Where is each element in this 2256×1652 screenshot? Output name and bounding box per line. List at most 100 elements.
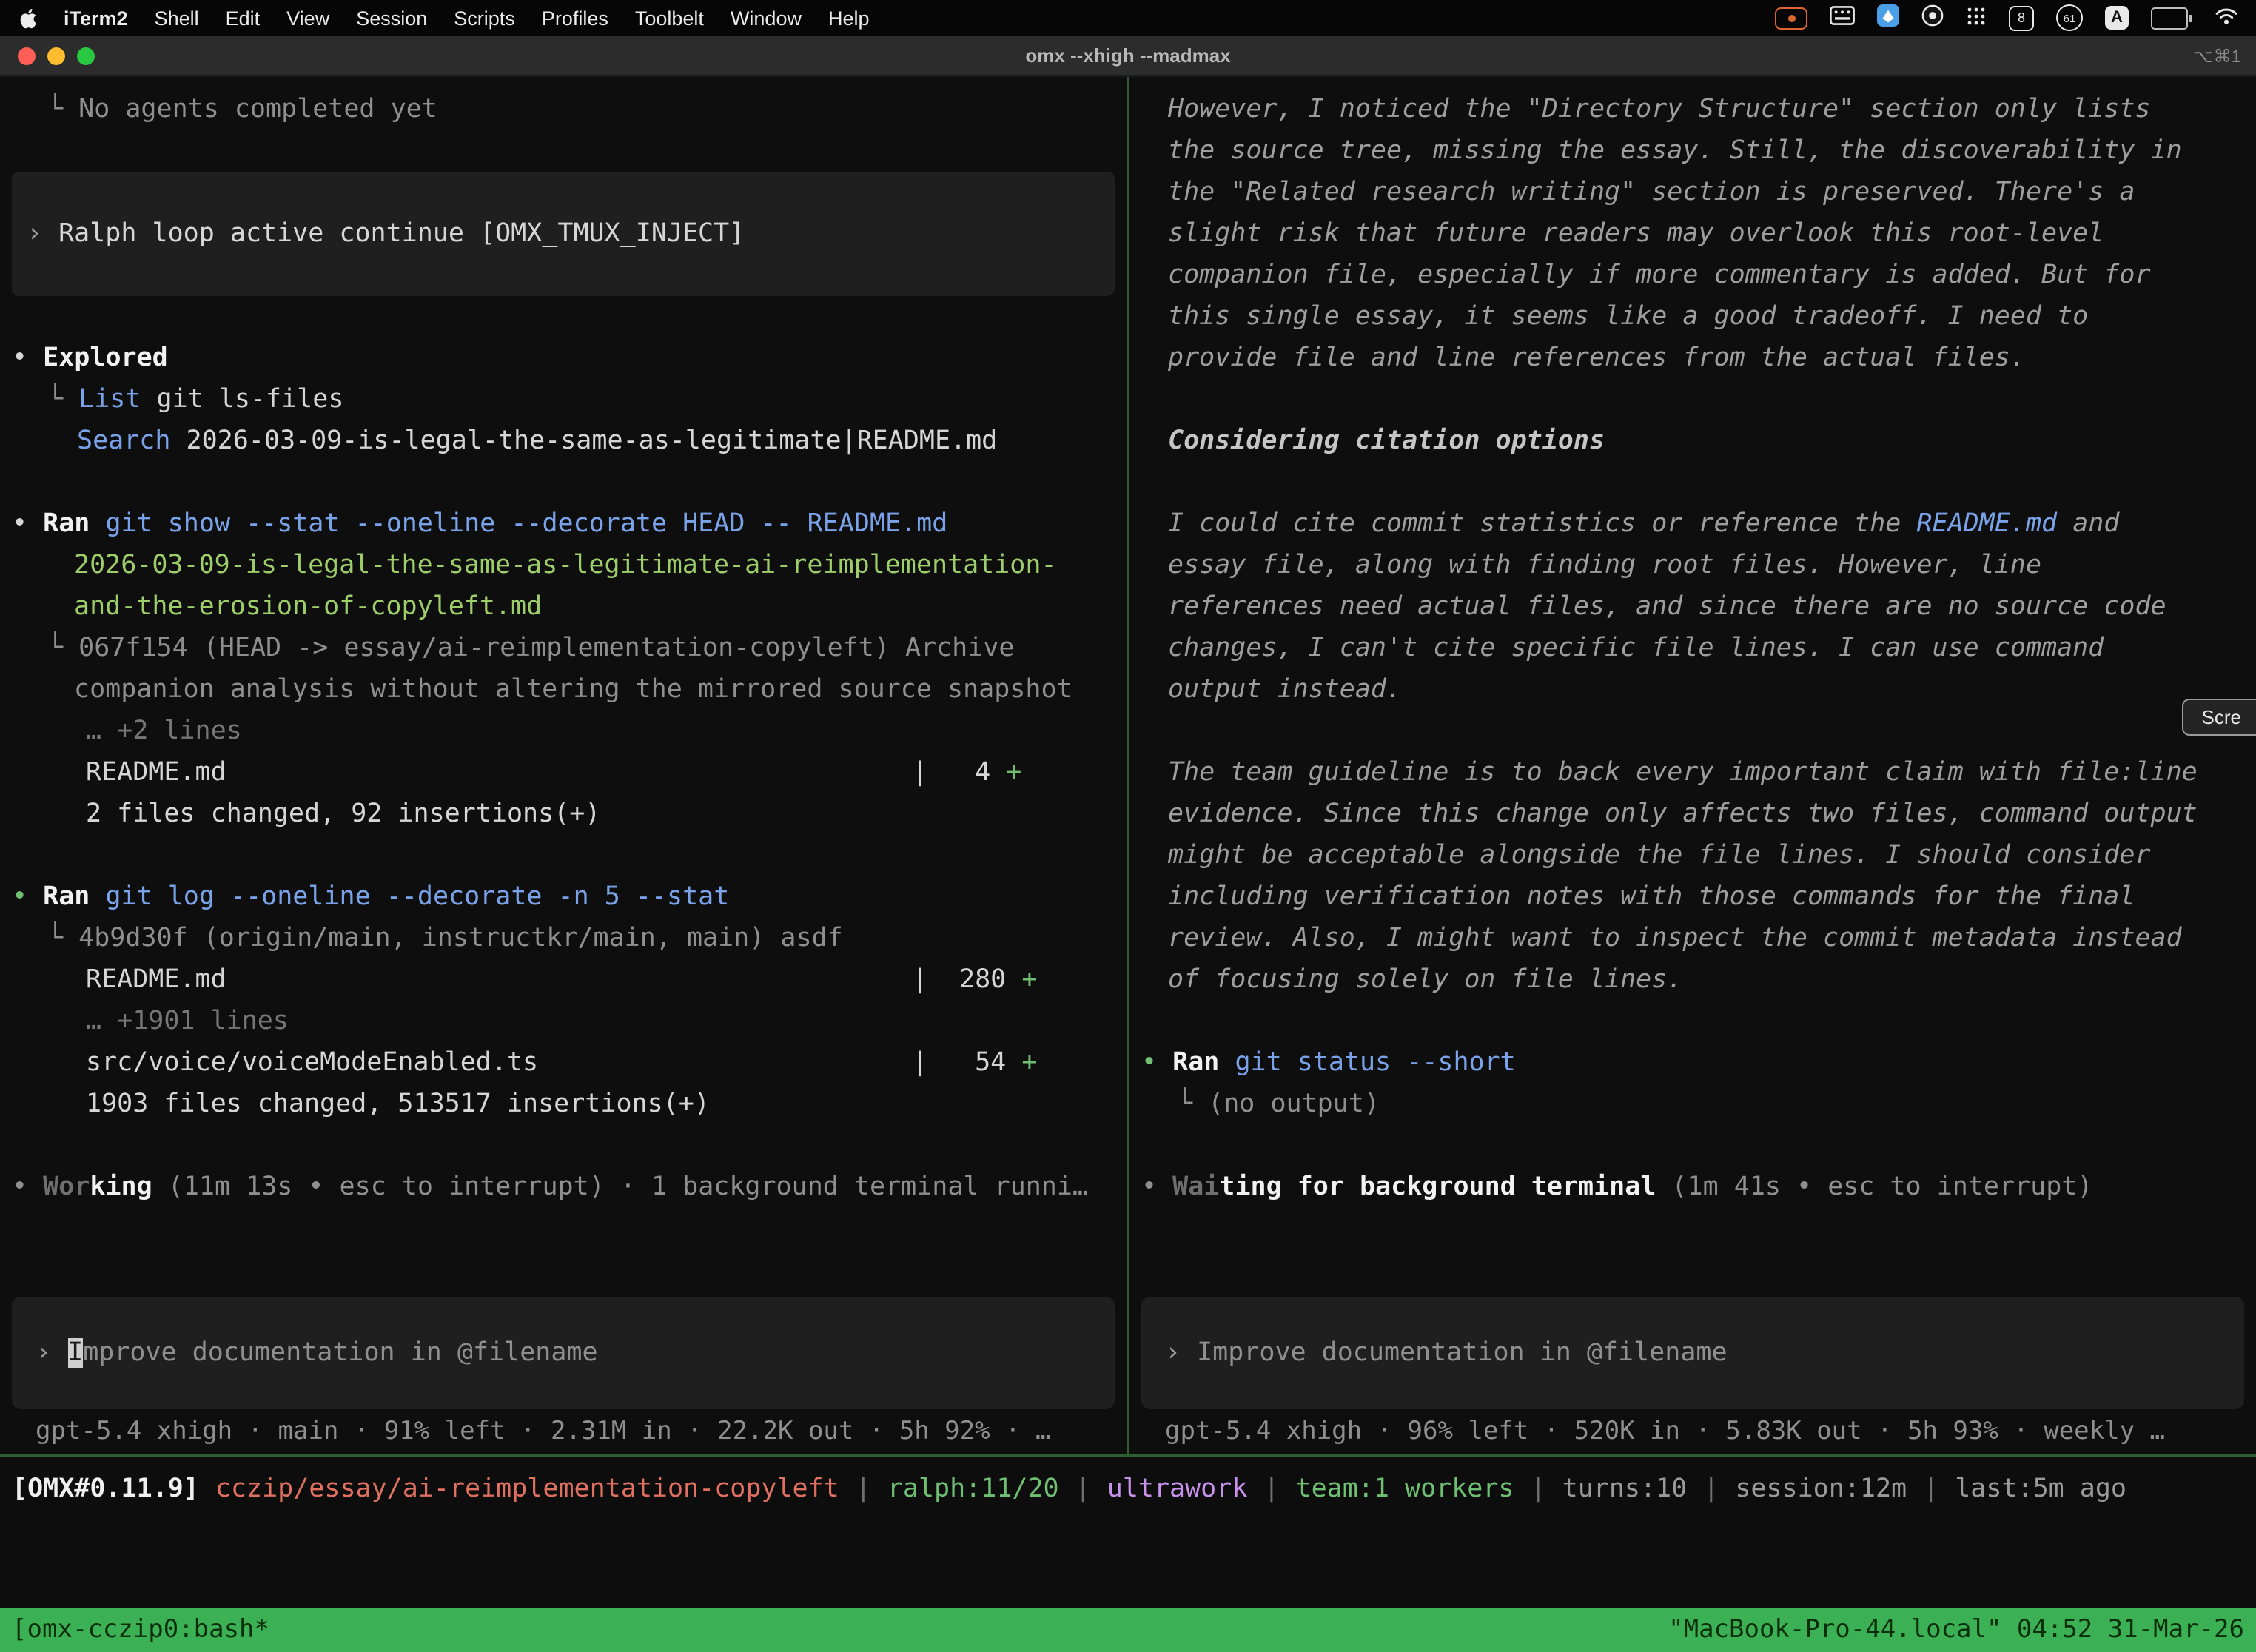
blank-line [12,296,1127,338]
left-model-status-line: gpt-5.4 xhigh · main · 91% left · 2.31M … [12,1409,1127,1454]
terminal-panes: └ No agents completed yet › Ralph loop ac… [0,77,2256,1454]
thinking-line: of focusing solely on file lines. [1141,959,2256,1001]
waiting-status-line: • Waiting for background terminal (1m 41… [1141,1166,2256,1208]
blue-app-icon[interactable] [1877,4,1899,31]
input-text: Improve documentation in @filename [1197,1338,1727,1368]
commit-line: └ 4b9d30f (origin/main, instructkr/main,… [12,918,1127,959]
ralph-loop-banner: › Ralph loop active continue [OMX_TMUX_IN… [12,172,1115,296]
thinking-line: essay file, along with finding root file… [1141,545,2256,586]
zoom-window-button[interactable] [77,47,95,64]
working-status-line: • Working (11m 13s • esc to interrupt) ·… [12,1166,1127,1208]
thinking-heading: Considering citation options [1141,420,2256,462]
tmux-session-label: [omx-cczip0:bash* [12,1615,269,1645]
team-workers-label: team:1 workers [1296,1474,1514,1504]
window-title: omx --xhigh --madmax [1025,44,1230,67]
close-window-button[interactable] [18,47,36,64]
thinking-line: this single essay, it seems like a good … [1141,296,2256,338]
more-lines-indicator: … +1901 lines [12,1001,1127,1042]
menu-item-shell[interactable]: Shell [155,7,199,29]
list-command-line: └ List git ls-files [12,379,1127,420]
thinking-line: However, I noticed the "Directory Struct… [1141,89,2256,130]
menu-item-help[interactable]: Help [828,7,870,29]
diffstat-line: src/voice/voiceModeEnabled.ts | 54 + [12,1042,1127,1084]
thinking-line: changes, I can't cite specific file line… [1141,628,2256,669]
blank-line [12,1125,1127,1166]
mode-label: ultrawork [1107,1474,1248,1504]
menu-item-edit[interactable]: Edit [226,7,261,29]
menu-item-window[interactable]: Window [731,7,802,29]
window-shortcut-label: ⌥⌘1 [2193,45,2241,66]
commit-line: └ 067f154 (HEAD -> essay/ai-reimplementa… [12,628,1127,669]
commit-message-line: companion analysis without altering the … [12,669,1127,711]
tmux-status-bar: [omx-cczip0:bash* "MacBook-Pro-44.local"… [0,1608,2256,1652]
gauge-icon[interactable]: 61 [2056,4,2083,31]
dark-circle-icon[interactable] [1921,4,1944,31]
ralph-loop-text: Ralph loop active continue [OMX_TMUX_INJ… [58,219,745,249]
ran-git-show-line: • Ran git show --stat --oneline --decora… [12,503,1127,545]
window-title-bar: omx --xhigh --madmax ⌥⌘1 [0,36,2256,77]
blank-line [1141,379,2256,420]
turns-label: turns:10 [1562,1474,1688,1504]
dots-grid-icon[interactable] [1966,5,1987,30]
right-model-status-line: gpt-5.4 xhigh · 96% left · 520K in · 5.8… [1141,1409,2256,1454]
menu-item-toolbelt[interactable]: Toolbelt [635,7,704,29]
menu-item-profiles[interactable]: Profiles [542,7,608,29]
ran-git-log-line: • Ran git log --oneline --decorate -n 5 … [12,876,1127,918]
omx-branch-path: cczip/essay/ai-reimplementation-copyleft [215,1474,839,1504]
thinking-line: references need actual files, and since … [1141,586,2256,628]
left-prompt-input[interactable]: ›Improve documentation in @filename [12,1297,1115,1409]
menu-item-session[interactable]: Session [356,7,427,29]
menu-item-app[interactable]: iTerm2 [64,7,128,29]
thinking-line: output instead. [1141,669,2256,711]
diffstat-summary-line: 1903 files changed, 513517 insertions(+) [12,1084,1127,1125]
screen-capture-chip[interactable]: Scre [2183,699,2256,736]
input-source-icon[interactable]: A [2105,6,2129,30]
right-prompt-input[interactable]: › Improve documentation in @filename [1141,1297,2244,1409]
blank-line [1141,462,2256,503]
keyboard-icon[interactable] [1830,6,1855,30]
minimize-window-button[interactable] [47,47,65,64]
ralph-counter: ralph:11/20 [887,1474,1059,1504]
blank-line [1141,1001,2256,1042]
blank-line [12,835,1127,876]
thinking-line: provide file and line references from th… [1141,338,2256,379]
blank-line [12,130,1127,172]
thinking-line: the "Related research writing" section i… [1141,172,2256,213]
agents-status-line: └ No agents completed yet [12,89,1127,130]
essay-filename-line: and-the-erosion-of-copyleft.md [12,586,1127,628]
menu-bar: iTerm2 Shell Edit View Session Scripts P… [0,0,2256,36]
left-terminal-pane: └ No agents completed yet › Ralph loop ac… [0,77,1127,1454]
thinking-line: I could cite commit statistics or refere… [1141,503,2256,545]
search-command-line: Search 2026-03-09-is-legal-the-same-as-l… [12,420,1127,462]
explored-header-line: • Explored [12,338,1127,379]
thinking-line: companion file, especially if more comme… [1141,255,2256,296]
diffstat-line: README.md | 280 + [12,959,1127,1001]
more-lines-indicator: … +2 lines [12,711,1127,752]
menu-item-view[interactable]: View [286,7,329,29]
battery-icon[interactable] [2151,7,2192,29]
desktop: iTerm2 Shell Edit View Session Scripts P… [0,0,2256,1652]
last-activity-label: last:5m ago [1955,1474,2126,1504]
screen-recording-indicator-icon[interactable] [1775,7,1807,29]
menu-item-scripts[interactable]: Scripts [454,7,515,29]
apple-menu-icon[interactable] [18,7,37,29]
no-output-line: └ (no output) [1141,1084,2256,1125]
omx-version-label: [OMX#0.11.9] [12,1474,199,1504]
blank-line [1141,711,2256,752]
readme-reference: README.md [1916,509,2057,539]
session-label: session:12m [1735,1474,1907,1504]
omx-status-bar: [OMX#0.11.9] cczip/essay/ai-reimplementa… [0,1457,2256,1522]
blank-line [12,462,1127,503]
diffstat-line: README.md | 4 + [12,752,1127,793]
wifi-icon[interactable] [2215,6,2238,30]
prompt-chevron: › [27,219,42,249]
prompt-chevron: › [1165,1338,1181,1368]
thinking-line: including verification notes with those … [1141,876,2256,918]
right-terminal-pane: However, I noticed the "Directory Struct… [1129,77,2256,1454]
diffstat-summary-line: 2 files changed, 92 insertions(+) [12,793,1127,835]
essay-filename-line: 2026-03-09-is-legal-the-same-as-legitima… [12,545,1127,586]
key-badge-icon[interactable]: 8 [2009,5,2034,30]
thinking-line: evidence. Since this change only affects… [1141,793,2256,835]
thinking-line: might be acceptable alongside the file l… [1141,835,2256,876]
ran-git-status-line: • Ran git status --short [1141,1042,2256,1084]
